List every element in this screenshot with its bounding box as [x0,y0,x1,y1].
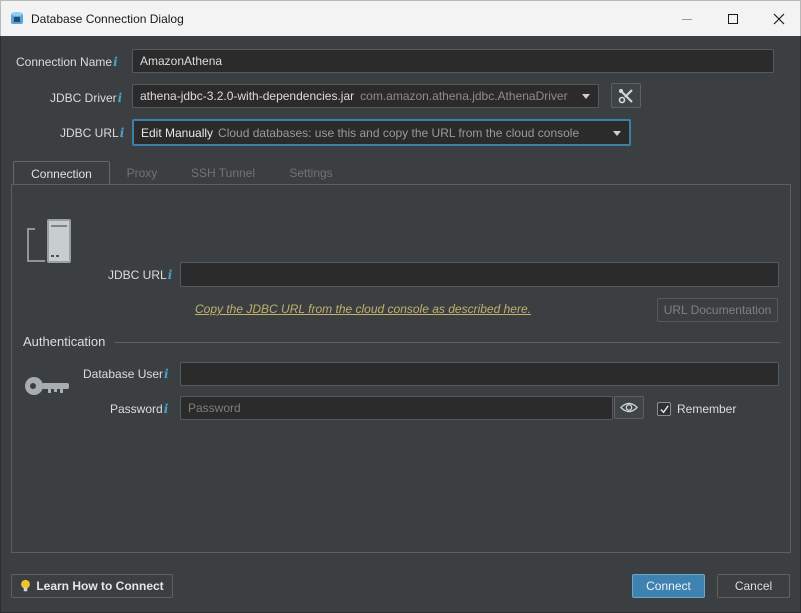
info-icon[interactable]: i [164,402,169,416]
lightbulb-icon [20,579,31,593]
jdbc-driver-label: JDBC Driveri [50,91,123,105]
authentication-heading: Authentication [23,334,106,349]
jdbc-driver-value: athena-jdbc-3.2.0-with-dependencies.jar [140,89,355,103]
database-app-icon [9,10,25,26]
minimize-icon [682,18,692,20]
password-placeholder: Password [188,401,241,415]
close-button[interactable] [756,1,801,37]
tab-connection[interactable]: Connection [13,161,110,185]
database-user-input[interactable] [180,362,779,386]
eye-icon [620,402,638,413]
chevron-down-icon [582,94,590,99]
info-icon[interactable]: i [113,55,118,69]
key-icon [24,373,70,402]
copy-url-help-link[interactable]: Copy the JDBC URL from the cloud console… [195,302,531,316]
jdbc-url-label: JDBC URLi [108,268,173,282]
show-password-button[interactable] [614,396,644,419]
remember-checkbox[interactable] [657,402,671,416]
authentication-divider [114,342,780,343]
title-bar: Database Connection Dialog [0,0,801,36]
tab-ssh-tunnel[interactable]: SSH Tunnel [181,161,265,185]
jdbc-url-mode-value: Edit Manually [141,125,214,140]
info-icon[interactable]: i [168,268,173,282]
jdbc-driver-select[interactable]: athena-jdbc-3.2.0-with-dependencies.jar … [132,84,599,108]
connection-name-label: Connection Namei [16,55,118,69]
jdbc-url-mode-label: JDBC URLi [60,126,125,140]
password-label: Passwordi [110,402,169,416]
tab-settings[interactable]: Settings [277,161,345,185]
info-icon[interactable]: i [164,367,169,381]
cancel-button[interactable]: Cancel [717,574,790,598]
password-input[interactable]: Password [180,396,613,420]
minimize-button[interactable] [664,1,710,37]
dialog-body: Connection Namei AmazonAthena JDBC Drive… [0,36,801,613]
url-documentation-button[interactable]: URL Documentation [657,298,778,322]
window-title: Database Connection Dialog [31,12,184,26]
server-icon [23,217,75,272]
info-icon[interactable]: i [118,91,123,105]
database-user-label: Database Useri [83,367,169,381]
connection-name-input[interactable]: AmazonAthena [132,49,774,73]
tab-proxy[interactable]: Proxy [114,161,170,185]
connect-button[interactable]: Connect [632,574,705,598]
info-icon[interactable]: i [120,126,125,140]
close-icon [773,13,785,25]
connection-name-value: AmazonAthena [140,54,223,68]
remember-label: Remember [677,402,737,416]
maximize-icon [728,14,738,24]
maximize-button[interactable] [710,1,756,37]
checkmark-icon [659,404,669,413]
jdbc-url-mode-select[interactable]: Edit Manually Cloud databases: use this … [132,119,631,146]
jdbc-url-input[interactable] [180,262,779,287]
chevron-down-icon [613,130,621,136]
jdbc-url-mode-hint: Cloud databases: use this and copy the U… [218,125,580,140]
connection-tab-panel: JDBC URLi Copy the JDBC URL from the clo… [11,184,791,553]
jdbc-driver-class: com.amazon.athena.jdbc.AthenaDriver [360,89,568,103]
wrench-screwdriver-icon [618,88,633,103]
driver-settings-button[interactable] [611,83,641,108]
learn-how-to-connect-button[interactable]: Learn How to Connect [11,574,173,598]
